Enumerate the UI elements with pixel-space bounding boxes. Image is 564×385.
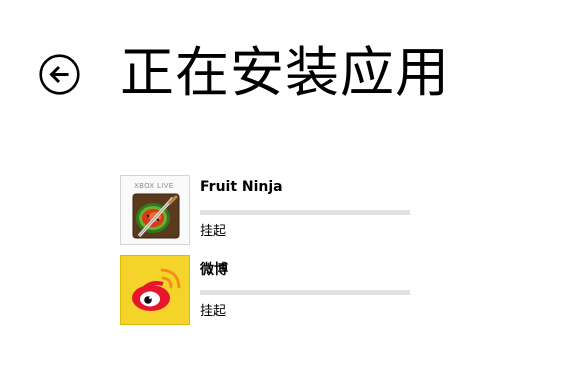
app-status: 挂起: [200, 224, 227, 239]
app-install-list: XBOX LIVE Fruit Ninja 挂起 微博 挂起: [120, 175, 440, 335]
app-status: 挂起: [200, 304, 227, 319]
weibo-tile: [120, 255, 190, 325]
list-item-weibo[interactable]: 微博 挂起: [120, 255, 440, 325]
list-item-fruit-ninja[interactable]: XBOX LIVE Fruit Ninja 挂起: [120, 175, 440, 245]
fruit-ninja-tile: XBOX LIVE: [120, 175, 190, 245]
back-button[interactable]: [39, 54, 80, 95]
page-title: 正在安装应用: [120, 41, 450, 104]
fruit-ninja-icon: [132, 193, 180, 239]
back-arrow-circle-icon: [39, 54, 80, 95]
app-name: 微博: [200, 262, 228, 278]
app-info: Fruit Ninja 挂起: [200, 175, 440, 245]
weibo-icon: [132, 268, 181, 311]
app-name: Fruit Ninja: [200, 179, 283, 195]
installing-apps-page: 正在安装应用 XBOX LIVE Fruit Ninja 挂起 微博 挂起: [0, 0, 564, 385]
app-info: 微博 挂起: [200, 255, 440, 325]
install-progress-bar: [200, 210, 410, 215]
install-progress-bar: [200, 290, 410, 295]
